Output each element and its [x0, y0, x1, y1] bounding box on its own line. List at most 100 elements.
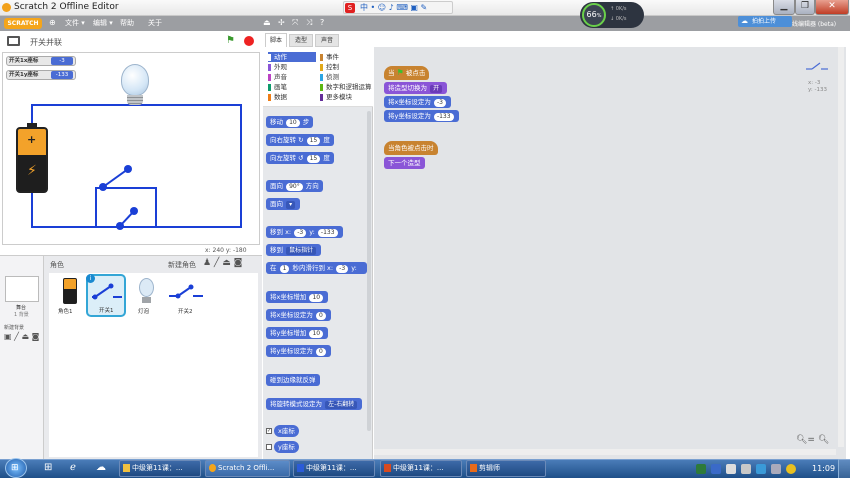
- sogou-icon[interactable]: S: [345, 3, 355, 13]
- block-switch-costume[interactable]: 将造型切换为 开: [384, 82, 448, 94]
- menu-file[interactable]: 文件 ▾: [65, 18, 85, 28]
- taskbar-item-editor[interactable]: 剪辑师: [466, 460, 546, 477]
- vertical-scrollbar[interactable]: [838, 47, 844, 447]
- y-position-checkbox[interactable]: [266, 444, 272, 450]
- sprite-tile[interactable]: 灯泡: [129, 276, 165, 318]
- category-events[interactable]: 事件: [320, 53, 339, 62]
- new-sprite-tools[interactable]: ♟ ╱ ⏏ ◙: [203, 258, 242, 268]
- category-sound[interactable]: 声音: [268, 73, 287, 82]
- taskbar-ie-icon[interactable]: ℯ: [70, 462, 76, 473]
- monitor-y[interactable]: 开关1y座标 -133: [6, 70, 76, 80]
- block-point-direction[interactable]: 面向 90° 方向: [266, 180, 323, 192]
- stage-thumbnail[interactable]: [5, 276, 39, 302]
- block-rotation-style[interactable]: 将旋转模式设定为 左-右翻转: [266, 398, 363, 410]
- beta-label: 线编辑器 (beta): [792, 21, 837, 28]
- block-bounce[interactable]: 碰到边缘就反弹: [266, 374, 320, 386]
- maximize-button[interactable]: ❐: [795, 0, 815, 15]
- category-sensing[interactable]: 侦测: [320, 73, 339, 82]
- block-when-sprite-clicked[interactable]: 当角色被点击时: [384, 141, 438, 155]
- block-set-y-script[interactable]: 将y坐标设定为 -133: [384, 110, 459, 122]
- block-turn-left[interactable]: 向左旋转 ↺ 15 度: [266, 152, 334, 164]
- grow-icon[interactable]: ⤧: [292, 18, 298, 28]
- editor-icon: [470, 464, 477, 472]
- cloud-icon: ☁: [741, 17, 748, 25]
- help-icon[interactable]: ?: [320, 18, 324, 27]
- block-goto[interactable]: 移到 鼠标指针: [266, 244, 322, 256]
- backdrop-tools[interactable]: ▣ ╱ ⏏ ◙: [4, 332, 39, 341]
- start-button[interactable]: ⊞: [5, 458, 27, 478]
- taskbar-item-word[interactable]: 中级第11课：...: [293, 460, 375, 477]
- globe-icon[interactable]: ⊕: [49, 18, 56, 27]
- block-point-towards[interactable]: 面向 ▾: [266, 198, 301, 210]
- category-control[interactable]: 控制: [320, 63, 339, 72]
- category-pen[interactable]: 画笔: [268, 83, 287, 92]
- category-data[interactable]: 数据: [268, 93, 287, 102]
- minimize-button[interactable]: ▁: [773, 0, 795, 15]
- project-title[interactable]: 开关并联: [30, 37, 62, 48]
- shrink-icon[interactable]: ⤨: [306, 18, 312, 28]
- x-position-checkbox[interactable]: ✓: [266, 428, 272, 434]
- stage-label: 舞台: [16, 305, 27, 311]
- folder-icon: [123, 464, 130, 472]
- block-set-x[interactable]: 将x坐标设定为 0: [266, 309, 331, 321]
- switch2-thumbnail: [169, 284, 203, 299]
- duplicate-icon[interactable]: ⏏: [263, 18, 271, 27]
- delete-icon[interactable]: ✢: [278, 18, 285, 27]
- tab-costumes[interactable]: 造型: [289, 34, 313, 47]
- block-glide[interactable]: 在 1 秒内滑行到 x: -3 y:: [266, 262, 367, 274]
- tray-shield-icon[interactable]: [711, 464, 721, 474]
- menu-about[interactable]: 关于: [148, 18, 162, 28]
- block-move[interactable]: 移动 10 步: [266, 116, 314, 128]
- stop-icon[interactable]: [244, 36, 254, 46]
- show-desktop-button[interactable]: [838, 459, 850, 478]
- ime-mode-icon[interactable]: 中 • ☺ ♪ ⌨ ▣ ✎: [360, 2, 427, 13]
- taskbar-item-scratch[interactable]: Scratch 2 Offli...: [205, 460, 290, 477]
- sprite-tile[interactable]: 角色1: [53, 276, 89, 318]
- battery-sprite[interactable]: + ⚡: [16, 123, 48, 193]
- tray-flag-icon[interactable]: [756, 464, 766, 474]
- menu-help[interactable]: 帮助: [120, 18, 134, 28]
- close-button[interactable]: ✕: [815, 0, 849, 15]
- bulb-sprite[interactable]: [121, 64, 149, 96]
- menu-edit[interactable]: 编辑 ▾: [93, 18, 113, 28]
- taskbar-windows-icon[interactable]: ⊞: [44, 462, 52, 473]
- stage[interactable]: 开关1x座标 -3 开关1y座标 -133 + ⚡: [2, 52, 260, 245]
- point-towards-dropdown[interactable]: ▾: [286, 201, 296, 209]
- zoom-controls[interactable]: 🔍︎= 🔍︎: [796, 435, 829, 445]
- block-turn-right[interactable]: 向右旋转 ↻ 15 度: [266, 134, 334, 146]
- tray-app-icon[interactable]: [696, 464, 706, 474]
- block-set-x-script[interactable]: 将x坐标设定为 -3: [384, 96, 451, 108]
- category-motion[interactable]: 动作: [268, 53, 287, 62]
- fullscreen-icon[interactable]: [7, 36, 20, 46]
- reporter-x-position[interactable]: x座标: [274, 425, 299, 437]
- tray-network-icon[interactable]: [726, 464, 736, 474]
- tray-status-icon[interactable]: [786, 464, 796, 474]
- block-next-costume[interactable]: 下一个造型: [384, 157, 425, 169]
- palette-scrollbar[interactable]: [367, 111, 371, 431]
- scripts-area[interactable]: 当 ⚑ 被点击 将造型切换为 开 将x坐标设定为 -3 将y坐标设定为 -133…: [374, 47, 846, 459]
- taskbar-item-ppt[interactable]: 中级第11课：...: [380, 460, 462, 477]
- block-goto-xy[interactable]: 移到 x: -3 y: -133: [266, 226, 343, 238]
- sprite-tile-selected[interactable]: i 开关1: [86, 274, 126, 317]
- block-change-x[interactable]: 将x坐标增加 10: [266, 291, 329, 303]
- tab-sounds[interactable]: 声音: [315, 34, 339, 47]
- taskbar-item-folder[interactable]: 中级第11课：...: [119, 460, 201, 477]
- tray-usb-icon[interactable]: [741, 464, 751, 474]
- horizontal-scrollbar[interactable]: [374, 449, 836, 455]
- category-operators[interactable]: 数字和逻辑运算: [320, 83, 372, 92]
- block-change-y[interactable]: 将y坐标增加 10: [266, 327, 329, 339]
- clock[interactable]: 11:09: [812, 464, 835, 473]
- share-button[interactable]: ☁ 拍拍上传: [738, 16, 792, 27]
- block-when-flag-clicked[interactable]: 当 ⚑ 被点击: [384, 66, 430, 80]
- sprite-list: 角色1 i 开关1 灯泡 开关2: [49, 273, 258, 457]
- tab-scripts[interactable]: 脚本: [265, 33, 287, 47]
- green-flag-icon[interactable]: ⚑: [226, 35, 235, 46]
- taskbar-cloud-icon[interactable]: ☁: [96, 462, 106, 473]
- monitor-x[interactable]: 开关1x座标 -3: [6, 56, 76, 66]
- sprite-tile[interactable]: 开关2: [167, 276, 207, 318]
- category-more-blocks[interactable]: 更多模块: [320, 93, 352, 102]
- category-looks[interactable]: 外观: [268, 63, 287, 72]
- block-set-y[interactable]: 将y坐标设定为 0: [266, 345, 331, 357]
- reporter-y-position[interactable]: y座标: [274, 441, 299, 453]
- tray-speaker-icon[interactable]: [771, 464, 781, 474]
